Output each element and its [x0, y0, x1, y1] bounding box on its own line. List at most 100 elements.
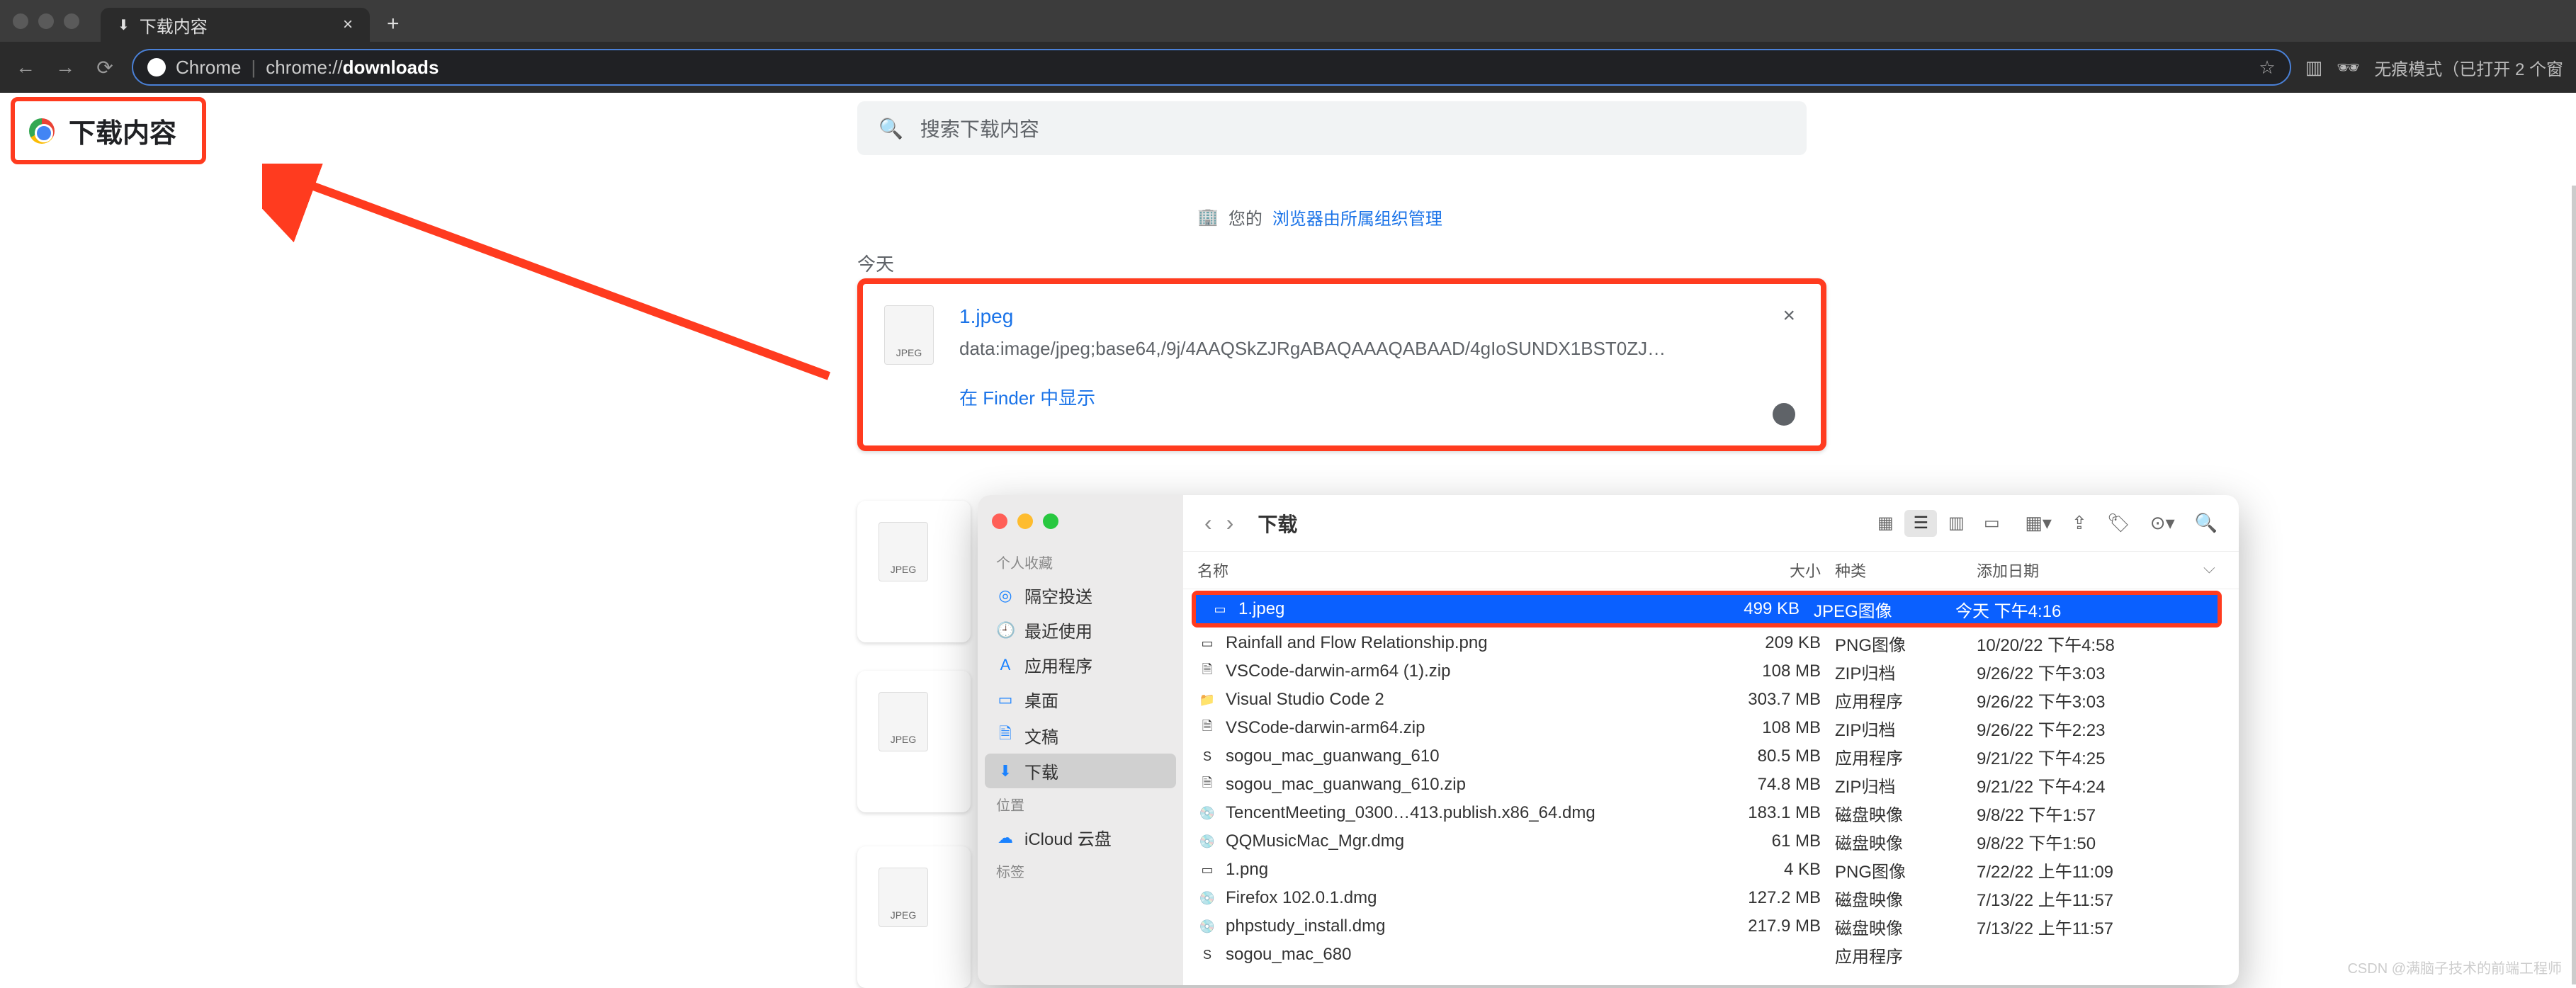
panel-icon[interactable]: ▥	[2305, 57, 2323, 79]
building-icon: 🏢	[1197, 207, 1219, 227]
file-thumbnail-icon: JPEG	[879, 868, 928, 927]
finder-minimize-button[interactable]	[1017, 513, 1033, 529]
chrome-logo-icon	[29, 118, 55, 144]
file-kind: 应用程序	[1835, 744, 1977, 769]
file-type-icon: 💿	[1197, 805, 1217, 821]
finder-window: 个人收藏 ◎隔空投送🕘最近使用A应用程序▭桌面🗎文稿⬇下载 位置 ☁iCloud…	[978, 495, 2239, 985]
sort-indicator-icon: ⌵	[2203, 559, 2225, 581]
share-button[interactable]: ⇪	[2072, 512, 2087, 534]
sidebar-item-label: 桌面	[1024, 687, 1058, 712]
file-kind: 磁盘映像	[1835, 914, 1977, 939]
browser-toolbar: ← → ⟳ Chrome | chrome://downloads ☆ ▥ 🕶 …	[0, 42, 2576, 93]
list-view-button[interactable]: ☰	[1904, 510, 1937, 537]
icon-view-button[interactable]: ▦	[1869, 510, 1902, 537]
search-button[interactable]: 🔍	[2195, 512, 2218, 534]
finder-forward-button[interactable]: ›	[1226, 510, 1234, 536]
file-name: Visual Studio Code 2	[1226, 690, 1384, 710]
annotation-highlight: ▭1.jpeg 499 KB JPEG图像 今天 下午4:16	[1192, 591, 2222, 628]
sidebar-item-label: iCloud 云盘	[1024, 825, 1112, 850]
sidebar-item[interactable]: 🕘最近使用	[978, 613, 1183, 647]
file-row[interactable]: 💿phpstudy_install.dmg 217.9 MB 磁盘映像 7/13…	[1183, 912, 2239, 941]
actions-button[interactable]: ⊙▾	[2150, 512, 2175, 534]
column-view-button[interactable]: ▥	[1940, 510, 1972, 537]
file-thumbnail-icon: JPEG	[879, 692, 928, 751]
file-date: 7/13/22 上午11:57	[1977, 914, 2203, 939]
finder-toolbar: ‹ › 下载 ▦ ☰ ▥ ▭ ▦▾ ⇪ 🏷 ⊙▾ 🔍	[1183, 495, 2239, 552]
column-date[interactable]: 添加日期	[1977, 559, 2203, 581]
finder-zoom-button[interactable]	[1043, 513, 1058, 529]
sidebar-item[interactable]: ☁iCloud 云盘	[978, 820, 1183, 855]
address-bar[interactable]: Chrome | chrome://downloads ☆	[132, 49, 2291, 86]
file-row[interactable]: Ssogou_mac_680 应用程序	[1183, 941, 2239, 969]
file-size: 80.5 MB	[1714, 746, 1835, 766]
file-row[interactable]: ▭Rainfall and Flow Relationship.png 209 …	[1183, 629, 2239, 657]
file-size: 183.1 MB	[1714, 803, 1835, 823]
new-tab-button[interactable]: +	[387, 12, 400, 36]
reload-button[interactable]: ⟳	[92, 56, 118, 79]
file-row[interactable]: 🗎sogou_mac_guanwang_610.zip 74.8 MB ZIP归…	[1183, 771, 2239, 799]
finder-close-button[interactable]	[992, 513, 1007, 529]
download-source-url: data:image/jpeg;base64,/9j/4AAQSkZJRgABA…	[959, 338, 1668, 360]
file-size: 127.2 MB	[1714, 888, 1835, 908]
file-type-icon: 💿	[1197, 834, 1217, 849]
finder-back-button[interactable]: ‹	[1204, 510, 1212, 536]
sidebar-item-icon: ▭	[996, 691, 1015, 709]
column-size[interactable]: 大小	[1714, 559, 1835, 581]
forward-button[interactable]: →	[52, 56, 78, 79]
file-date: 9/26/22 下午3:03	[1977, 659, 2203, 684]
file-row[interactable]: 📁Visual Studio Code 2 303.7 MB 应用程序 9/26…	[1183, 686, 2239, 714]
gallery-view-button[interactable]: ▭	[1975, 510, 2008, 537]
file-row[interactable]: ▭1.jpeg 499 KB JPEG图像 今天 下午4:16	[1196, 595, 2218, 623]
column-kind[interactable]: 种类	[1835, 559, 1977, 581]
close-tab-button[interactable]: ×	[343, 15, 353, 35]
file-size: 499 KB	[1693, 599, 1814, 619]
file-row[interactable]: Ssogou_mac_guanwang_610 80.5 MB 应用程序 9/2…	[1183, 742, 2239, 771]
remove-download-button[interactable]: ×	[1783, 304, 1795, 328]
org-management-link[interactable]: 浏览器由所属组织管理	[1272, 205, 1442, 229]
show-in-finder-link[interactable]: 在 Finder 中显示	[959, 384, 1795, 410]
maximize-window-button[interactable]	[64, 13, 79, 29]
file-date: 9/8/22 下午1:50	[1977, 829, 2203, 854]
file-row[interactable]: 🗎VSCode-darwin-arm64 (1).zip 108 MB ZIP归…	[1183, 657, 2239, 686]
sidebar-item[interactable]: ⬇下载	[985, 754, 1176, 788]
incognito-icon: 🕶	[2337, 57, 2360, 79]
sidebar-item-icon: 🕘	[996, 621, 1015, 640]
file-kind: PNG图像	[1835, 631, 1977, 656]
file-date: 7/13/22 上午11:57	[1977, 886, 2203, 911]
sidebar-item[interactable]: ▭ 桌面	[978, 682, 1183, 717]
sidebar-item-icon: ◎	[996, 586, 1015, 605]
close-window-button[interactable]	[13, 13, 28, 29]
file-row[interactable]: 💿QQMusicMac_Mgr.dmg 61 MB 磁盘映像 9/8/22 下午…	[1183, 827, 2239, 856]
file-row[interactable]: ▭1.png 4 KB PNG图像 7/22/22 上午11:09	[1183, 856, 2239, 884]
sidebar-item[interactable]: ◎隔空投送	[978, 578, 1183, 613]
column-name[interactable]: 名称	[1197, 559, 1714, 581]
file-size: 217.9 MB	[1714, 916, 1835, 936]
minimize-window-button[interactable]	[38, 13, 54, 29]
download-filename-link[interactable]: 1.jpeg	[959, 305, 1795, 328]
sidebar-item-icon: 🗎	[996, 722, 1015, 749]
group-button[interactable]: ▦▾	[2025, 512, 2052, 534]
browser-tab[interactable]: ⬇ 下载内容 ×	[101, 8, 370, 42]
file-type-icon: ▭	[1210, 601, 1230, 617]
bookmark-icon[interactable]: ☆	[2259, 57, 2275, 79]
file-row[interactable]: 💿TencentMeeting_0300…413.publish.x86_64.…	[1183, 799, 2239, 827]
annotation-arrow	[262, 164, 850, 404]
search-downloads-input[interactable]: 🔍 搜索下载内容	[857, 101, 1807, 155]
file-name: Rainfall and Flow Relationship.png	[1226, 633, 1488, 653]
incognito-label: 无痕模式（已打开 2 个窗	[2374, 55, 2563, 80]
sidebar-item[interactable]: 🗎 文稿	[978, 717, 1183, 754]
file-type-icon: 🗎	[1197, 720, 1217, 736]
sidebar-item[interactable]: A应用程序	[978, 647, 1183, 682]
file-row[interactable]: 🗎VSCode-darwin-arm64.zip 108 MB ZIP归档 9/…	[1183, 714, 2239, 742]
csdn-watermark: CSDN @满脑子技术的前端工程师	[2347, 957, 2562, 977]
sidebar-item-icon: A	[996, 656, 1015, 674]
file-row[interactable]: 💿Firefox 102.0.1.dmg 127.2 MB 磁盘映像 7/13/…	[1183, 884, 2239, 912]
file-date: 9/26/22 下午3:03	[1977, 688, 2203, 712]
file-name: sogou_mac_680	[1226, 945, 1351, 965]
sidebar-item-label: 文稿	[1024, 723, 1058, 748]
file-kind: 磁盘映像	[1835, 886, 1977, 911]
download-item: JPEG	[857, 671, 971, 812]
browser-tab-strip: ⬇ 下载内容 × +	[0, 0, 2576, 42]
back-button[interactable]: ←	[13, 56, 38, 79]
tags-button[interactable]: 🏷	[2107, 512, 2130, 534]
